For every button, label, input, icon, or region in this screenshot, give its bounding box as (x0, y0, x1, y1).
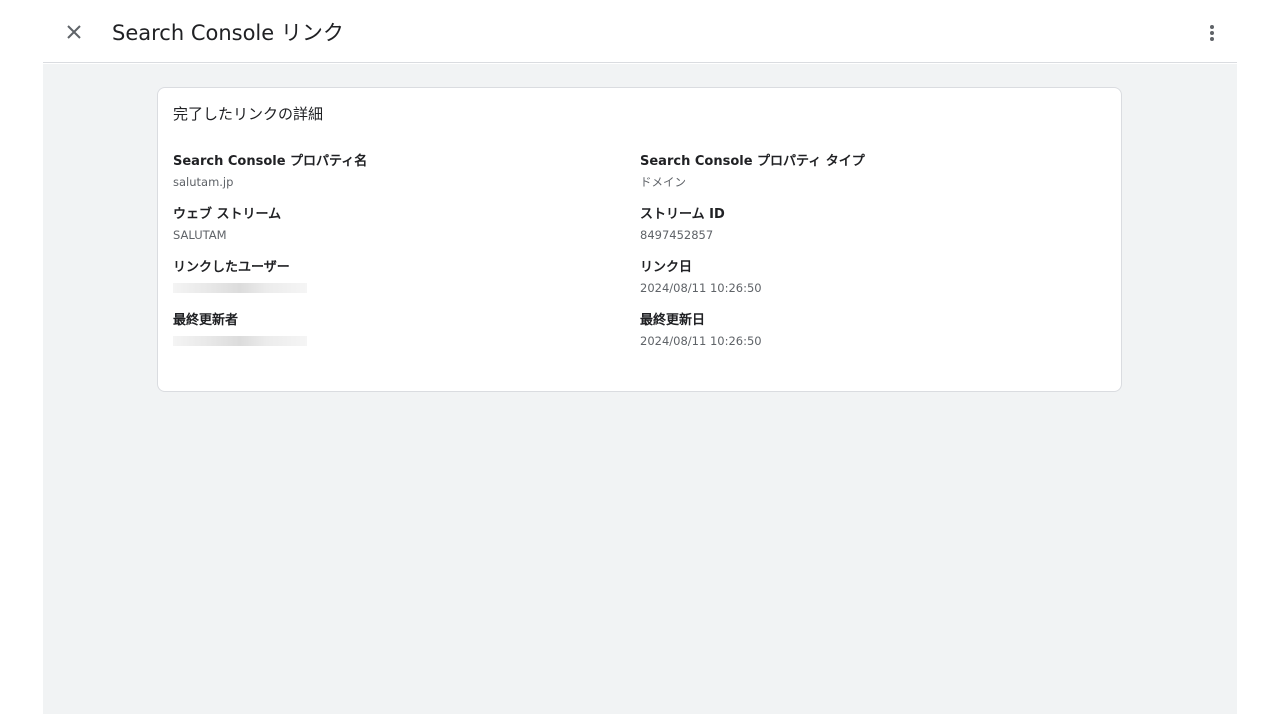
stream-id-label: ストリーム ID (640, 207, 725, 222)
web-stream-value: SALUTAM (173, 228, 227, 242)
close-button[interactable] (62, 20, 86, 44)
last-updated-by-label: 最終更新者 (173, 313, 239, 328)
link-date-label: リンク日 (640, 260, 693, 275)
close-icon (67, 25, 81, 39)
panel-header: Search Console リンク (43, 0, 1237, 63)
last-updated-by-field: 最終更新者 (173, 312, 613, 346)
last-updated-value: 2024/08/11 10:26:50 (640, 334, 762, 348)
link-date-field: リンク日 2024/08/11 10:26:50 (640, 259, 1080, 296)
linked-user-redacted-value (173, 283, 307, 293)
property-type-field: Search Console プロパティ タイプ ドメイン (640, 153, 1080, 190)
stream-id-value: 8497452857 (640, 228, 714, 242)
linked-user-label: リンクしたユーザー (173, 260, 290, 275)
more-options-button[interactable] (1200, 21, 1224, 45)
property-type-label: Search Console プロパティ タイプ (640, 154, 865, 169)
last-updated-label: 最終更新日 (640, 313, 706, 328)
web-stream-field: ウェブ ストリーム SALUTAM (173, 206, 613, 243)
link-date-value: 2024/08/11 10:26:50 (640, 281, 762, 295)
card-title: 完了したリンクの詳細 (173, 105, 324, 123)
property-name-value: salutam.jp (173, 175, 234, 189)
last-updated-field: 最終更新日 2024/08/11 10:26:50 (640, 312, 1080, 349)
linked-user-field: リンクしたユーザー (173, 259, 613, 293)
more-vert-icon (1210, 25, 1214, 41)
details-panel: Search Console リンク 完了したリンクの詳細 Search Con… (43, 0, 1237, 720)
link-details-card: 完了したリンクの詳細 Search Console プロパティ名 salutam… (157, 87, 1122, 392)
stream-id-field: ストリーム ID 8497452857 (640, 206, 1080, 243)
property-name-label: Search Console プロパティ名 (173, 154, 368, 169)
property-name-field: Search Console プロパティ名 salutam.jp (173, 153, 613, 190)
content-area: 完了したリンクの詳細 Search Console プロパティ名 salutam… (43, 64, 1237, 714)
page-title: Search Console リンク (112, 21, 344, 45)
bottom-edge (43, 714, 1237, 720)
web-stream-label: ウェブ ストリーム (173, 207, 282, 222)
property-type-value: ドメイン (640, 175, 686, 189)
last-updated-by-redacted-value (173, 336, 307, 346)
